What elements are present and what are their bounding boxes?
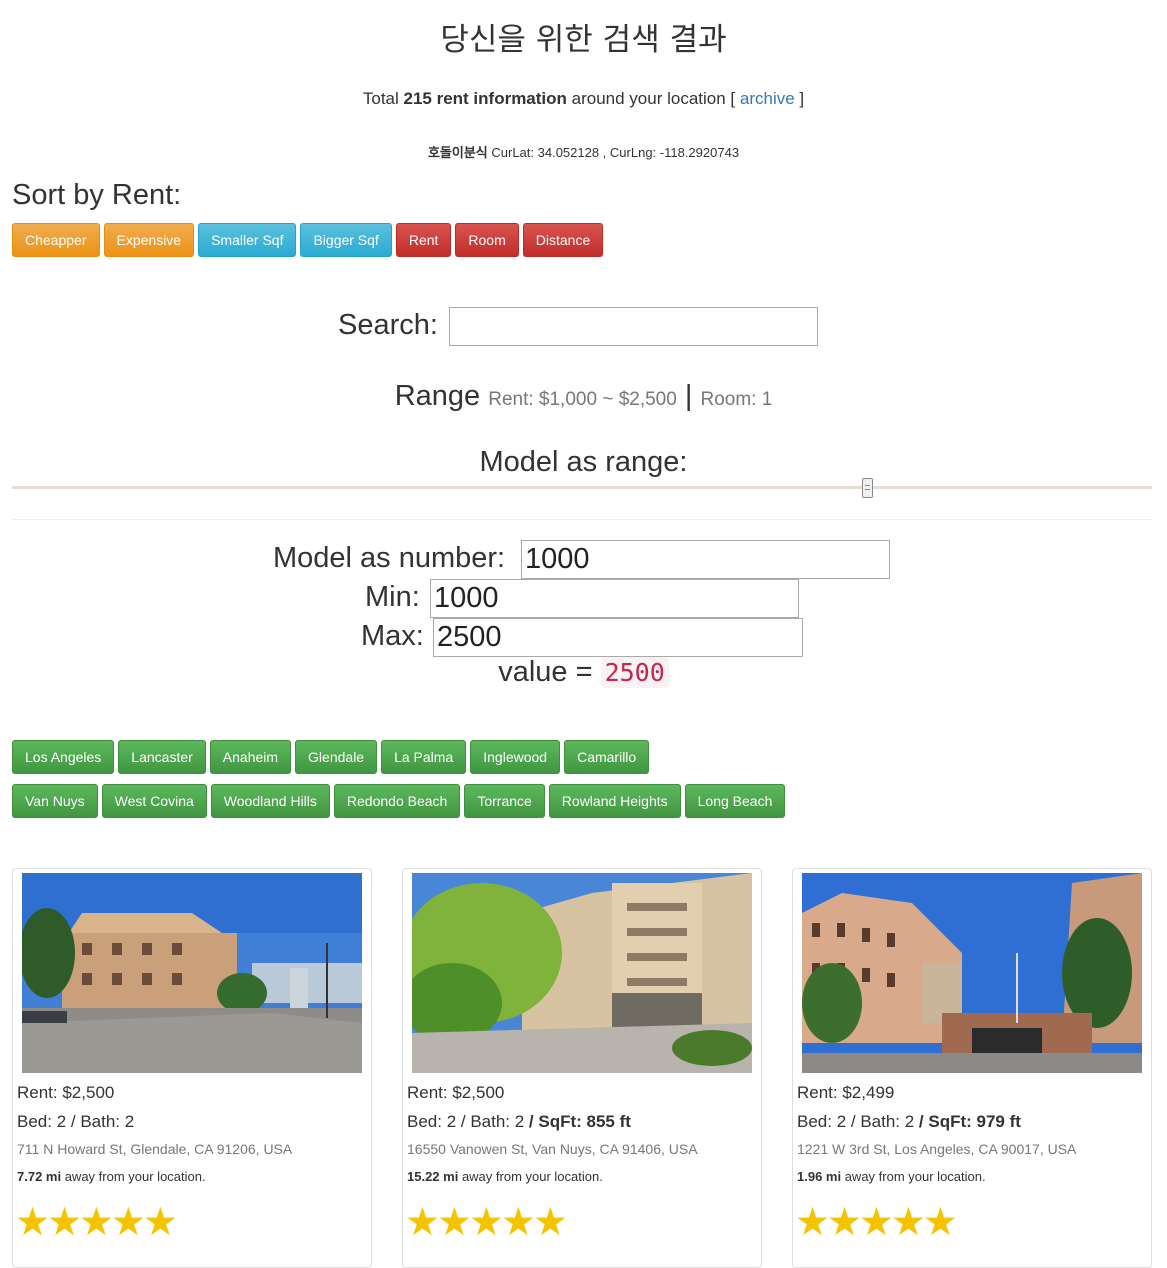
value-code: 2500 <box>600 657 669 688</box>
listing-card[interactable]: Rent: $2,500 Bed: 2 / Bath: 2 711 N Howa… <box>12 868 372 1268</box>
city-button-la-palma[interactable]: La Palma <box>381 740 467 774</box>
sort-rent-button[interactable]: Rent <box>395 223 452 257</box>
city-button-west-covina[interactable]: West Covina <box>101 784 207 818</box>
summary-suffix: around your location [ <box>566 89 740 108</box>
listing-bed-bath-text: Bed: 2 / Bath: 2 <box>407 1112 525 1131</box>
sort-buttons: Cheapper Expensive Smaller Sqf Bigger Sqf Re… <box>12 223 607 257</box>
sort-distance-button[interactable]: Distance <box>522 223 604 257</box>
min-input[interactable] <box>430 579 799 618</box>
summary-prefix: Total <box>362 89 404 108</box>
sort-smaller-sqft-button[interactable]: Smaller Sqf <box>198 223 297 257</box>
divider <box>12 519 1152 520</box>
city-button-rowland-heights[interactable]: Rowland Heights <box>548 784 681 818</box>
listing-bed-bath: Bed: 2 / Bath: 2 <box>17 1112 134 1132</box>
city-buttons-row-1: Los Angeles Lancaster Anaheim Glendale La Pa… <box>12 740 653 774</box>
city-button-woodland-hills[interactable]: Woodland Hills <box>210 784 330 818</box>
city-button-lancaster[interactable]: Lancaster <box>118 740 206 774</box>
listing-rent: Rent: $2,500 <box>17 1083 115 1102</box>
location-coords: CurLat: 34.052128 , CurLng: -118.2920743 <box>487 145 740 160</box>
archive-link[interactable]: archive <box>740 89 795 108</box>
listing-address: 16550 Vanowen St, Van Nuys, CA 91406, US… <box>407 1141 698 1157</box>
listing-rent: Rent: $2,500 <box>407 1083 505 1102</box>
page-title: 당신을 위한 검색 결과 <box>440 22 727 58</box>
listing-distance-value: 7.72 mi <box>17 1169 62 1184</box>
listing-photo[interactable] <box>22 873 362 1073</box>
sort-bigger-sqft-button[interactable]: Bigger Sqf <box>300 223 392 257</box>
rating-stars: ★★★★★ <box>405 1201 568 1244</box>
max-input[interactable] <box>433 618 803 657</box>
city-button-van-nuys[interactable]: Van Nuys <box>12 784 98 818</box>
rating-stars: ★★★★★ <box>795 1201 958 1244</box>
city-button-redondo-beach[interactable]: Redondo Beach <box>333 784 461 818</box>
sort-room-button[interactable]: Room <box>455 223 519 257</box>
listing-bed-bath: Bed: 2 / Bath: 2 / SqFt: 979 ft <box>797 1112 1021 1132</box>
search-input[interactable] <box>449 307 818 346</box>
range-slider-track[interactable] <box>12 486 1152 489</box>
listing-address: 1221 W 3rd St, Los Angeles, CA 90017, US… <box>797 1141 1077 1157</box>
listing-bed-bath-text: Bed: 2 / Bath: 2 <box>797 1112 915 1131</box>
listing-distance-value: 15.22 mi <box>407 1169 459 1184</box>
model-range-label: Model as range: <box>479 446 688 478</box>
city-button-los-angeles[interactable]: Los Angeles <box>12 740 115 774</box>
range-room: Room: 1 <box>700 389 773 410</box>
sort-expensive-button[interactable]: Expensive <box>103 223 195 257</box>
city-button-anaheim[interactable]: Anaheim <box>209 740 292 774</box>
listing-distance: 15.22 mi away from your location. <box>407 1169 603 1184</box>
rating-stars: ★★★★★ <box>15 1201 178 1244</box>
range-rent: Rent: $1,000 ~ $2,500 <box>488 389 677 410</box>
listing-sqft: / SqFt: 855 ft <box>524 1112 631 1131</box>
city-button-glendale[interactable]: Glendale <box>295 740 378 774</box>
listing-distance: 1.96 mi away from your location. <box>797 1169 986 1184</box>
location-name: 호돌이분식 <box>427 146 488 161</box>
listing-address: 711 N Howard St, Glendale, CA 91206, USA <box>17 1141 293 1157</box>
listing-photo[interactable] <box>802 873 1142 1073</box>
city-buttons-row-2: Van Nuys West Covina Woodland Hills Redondo… <box>12 784 789 818</box>
listing-card[interactable]: Rent: $2,500 Bed: 2 / Bath: 2 / SqFt: 85… <box>402 868 762 1268</box>
listing-bed-bath-text: Bed: 2 / Bath: 2 <box>17 1112 135 1131</box>
city-button-camarillo[interactable]: Camarillo <box>564 740 650 774</box>
range-slider-thumb[interactable] <box>861 478 873 498</box>
range-separator: | <box>684 380 693 412</box>
min-label: Min: <box>365 581 420 613</box>
listing-photo[interactable] <box>412 873 752 1073</box>
model-number-label: Model as number: <box>273 542 506 574</box>
listing-bed-bath: Bed: 2 / Bath: 2 / SqFt: 855 ft <box>407 1112 631 1132</box>
range-summary: Range Rent: $1,000 ~ $2,500 | Room: 1 <box>0 380 1167 413</box>
listing-distance-suffix: away from your location. <box>458 1169 603 1184</box>
results-summary: Total 215 rent information around your l… <box>0 89 1167 109</box>
listing-sqft: / SqFt: 979 ft <box>914 1112 1021 1131</box>
listing-rent: Rent: $2,499 <box>797 1083 895 1102</box>
listing-distance-suffix: away from your location. <box>61 1169 206 1184</box>
sort-heading: Sort by Rent: <box>12 179 182 211</box>
listing-distance-suffix: away from your location. <box>841 1169 986 1184</box>
listing-card[interactable]: Rent: $2,499 Bed: 2 / Bath: 2 / SqFt: 97… <box>792 868 1152 1268</box>
sort-cheaper-button[interactable]: Cheapper <box>12 223 100 257</box>
current-location: 호돌이분식 CurLat: 34.052128 , CurLng: -118.2… <box>0 142 1167 161</box>
search-label: Search: <box>338 309 438 341</box>
city-button-inglewood[interactable]: Inglewood <box>470 740 561 774</box>
summary-close: ] <box>794 89 805 108</box>
listing-distance-value: 1.96 mi <box>797 1169 842 1184</box>
value-readout: value = 2500 <box>0 656 1167 689</box>
value-label: value = <box>498 656 601 688</box>
city-button-long-beach[interactable]: Long Beach <box>684 784 786 818</box>
listing-distance: 7.72 mi away from your location. <box>17 1169 206 1184</box>
model-number-input[interactable] <box>521 540 890 579</box>
city-button-torrance[interactable]: Torrance <box>464 784 545 818</box>
max-label: Max: <box>361 620 424 652</box>
results-count: 215 rent information <box>403 89 567 108</box>
range-heading: Range <box>394 380 481 412</box>
